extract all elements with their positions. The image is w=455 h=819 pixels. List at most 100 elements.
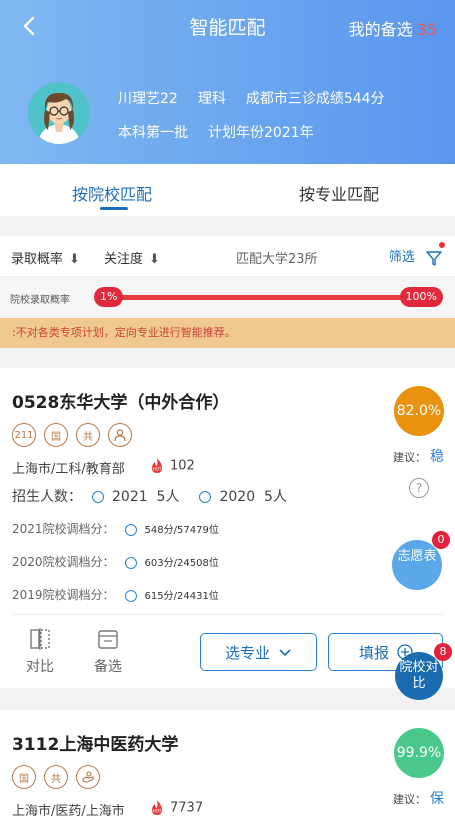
user-score: 成都市三诊成绩544分 — [245, 91, 385, 107]
trend-icon — [124, 589, 137, 602]
suggest-level: 建议： 稳 — [393, 446, 444, 466]
person-icon — [114, 429, 126, 442]
backup-label: 备选 — [94, 659, 122, 675]
suggest-value: 稳 — [430, 449, 444, 465]
user-avatar-icon — [28, 82, 90, 144]
arrow-down-icon: ⬇ — [149, 252, 160, 267]
enroll-icon — [92, 491, 104, 503]
hot-value: 102 — [170, 458, 195, 474]
tab-active-indicator — [100, 207, 128, 210]
favorites-count: 35 — [416, 20, 437, 39]
probability-circle: 99.9% — [394, 728, 444, 778]
trend-icon — [124, 523, 137, 536]
tag-national: 国 — [12, 765, 36, 789]
match-tabs: 按院校匹配 按专业匹配 — [0, 164, 455, 216]
funnel-icon — [426, 250, 442, 266]
user-subject: 理科 — [197, 91, 226, 107]
arrow-down-icon: ⬇ — [69, 252, 80, 267]
tag-medicine-icon — [76, 765, 100, 789]
wish-table-button[interactable]: 志愿表 — [392, 540, 442, 590]
university-name: 0528东华大学（中外合作） — [12, 393, 230, 413]
sort-attention-label: 关注度 — [104, 252, 144, 267]
sort-probability[interactable]: 录取概率 ⬇ — [11, 248, 80, 267]
trend-icon — [124, 556, 137, 569]
filter-label: 筛选 — [388, 250, 415, 265]
filter-bar: 录取概率 ⬇ 关注度 ⬇ 匹配大学23所 筛选 — [0, 236, 455, 276]
sort-probability-label: 录取概率 — [11, 252, 64, 267]
tab-by-school[interactable]: 按院校匹配 — [72, 181, 152, 205]
wish-count-badge: 0 — [432, 531, 450, 549]
sort-attention[interactable]: 关注度 ⬇ — [104, 248, 160, 267]
match-count: 匹配大学23所 — [236, 252, 318, 267]
score-row-2020: 2020院校调档分： 603分/24508位 — [12, 553, 219, 570]
compare-label: 对比 — [26, 659, 54, 675]
svg-text:HOT: HOT — [153, 809, 162, 814]
tag-person-icon — [108, 423, 132, 447]
enroll-icon — [199, 491, 212, 503]
enroll-2020-year: 2020 — [219, 489, 256, 505]
user-info-line1: 川理艺22 理科 成都市三诊成绩544分 — [118, 88, 405, 108]
folder-icon — [98, 630, 118, 649]
favorites-label: 我的备选 — [348, 20, 413, 39]
chevron-down-icon — [279, 649, 291, 657]
enrollment-label: 招生人数： — [12, 489, 82, 505]
hot-value: 7737 — [170, 800, 204, 816]
suggest-label: 建议： — [393, 793, 426, 806]
my-favorites-link[interactable]: 我的备选 35 — [349, 16, 437, 40]
divider — [12, 614, 443, 615]
enroll-2021-year: 2021 — [112, 489, 148, 505]
hot-count: HOT 102 — [150, 458, 195, 474]
tag-public: 共 — [76, 423, 100, 447]
user-info-line2: 本科第一批 计划年份2021年 — [118, 122, 334, 142]
hand-icon — [82, 771, 94, 783]
score-label: 2019院校调档分： — [12, 588, 115, 602]
avatar — [28, 82, 90, 144]
probability-circle: 82.0% — [394, 386, 444, 436]
university-location: 上海市/工科/教育部 — [12, 462, 125, 477]
filter-button[interactable]: 筛选 — [389, 246, 443, 267]
filter-dot — [439, 242, 445, 248]
probability-track[interactable] — [108, 295, 427, 300]
svg-text:HOT: HOT — [153, 467, 162, 472]
tag-national: 国 — [44, 423, 68, 447]
tab-by-major[interactable]: 按专业匹配 — [299, 181, 379, 205]
compare-count-badge: 8 — [434, 643, 452, 661]
help-icon[interactable]: ? — [409, 478, 429, 498]
score-value: 615分/24431位 — [144, 591, 219, 602]
suggest-value: 保 — [430, 791, 444, 807]
probability-max-handle[interactable]: 100% — [399, 287, 443, 307]
university-card[interactable]: 3112上海中医药大学 国 共 上海市/医药/上海市 HOT 7737 99.9%… — [0, 710, 455, 819]
select-major-button[interactable]: 选专业 — [200, 633, 317, 671]
user-plan-year: 计划年份2021年 — [208, 125, 314, 141]
school-compare-button[interactable]: 院校对比 — [395, 652, 443, 700]
enroll-2021-count: 5人 — [156, 489, 180, 505]
enrollment-row: 招生人数： 2021 5人 2020 5人 — [12, 486, 287, 506]
compare-action[interactable]: 对比 — [26, 628, 54, 676]
university-tags: 211 国 共 — [12, 423, 132, 447]
university-name: 3112上海中医药大学 — [12, 735, 179, 755]
suggest-level: 建议： 保 — [393, 788, 444, 808]
score-value: 548分/57479位 — [144, 525, 219, 536]
user-batch: 本科第一批 — [118, 125, 188, 141]
fill-label: 填报 — [359, 643, 390, 662]
probability-range: 院校录取概率 1% 100% — [0, 278, 455, 316]
tag-211: 211 — [12, 423, 36, 447]
notice-banner: :不对各类专项计划，定向专业进行智能推荐。 — [0, 318, 455, 348]
select-major-label: 选专业 — [224, 643, 270, 662]
probability-range-label: 院校录取概率 — [10, 295, 70, 306]
suggest-label: 建议： — [393, 451, 426, 464]
university-tags: 国 共 — [12, 765, 100, 789]
university-location: 上海市/医药/上海市 — [12, 804, 125, 819]
probability-min-handle[interactable]: 1% — [94, 287, 124, 307]
compare-icon — [30, 628, 50, 650]
score-row-2021: 2021院校调档分： 548分/57479位 — [12, 520, 219, 537]
score-value: 603分/24508位 — [144, 558, 219, 569]
fire-icon: HOT — [152, 458, 162, 473]
header: 智能匹配 我的备选 35 川理艺22 理科 成都市三诊成绩544分 本科第一批 计划年份… — [0, 0, 455, 164]
enroll-2020-count: 5人 — [264, 489, 287, 505]
user-name: 川理艺22 — [118, 91, 178, 107]
hot-count: HOT 7737 — [150, 800, 203, 816]
backup-action[interactable]: 备选 — [94, 628, 122, 676]
score-label: 2021院校调档分： — [12, 522, 115, 536]
score-label: 2020院校调档分： — [12, 555, 115, 569]
